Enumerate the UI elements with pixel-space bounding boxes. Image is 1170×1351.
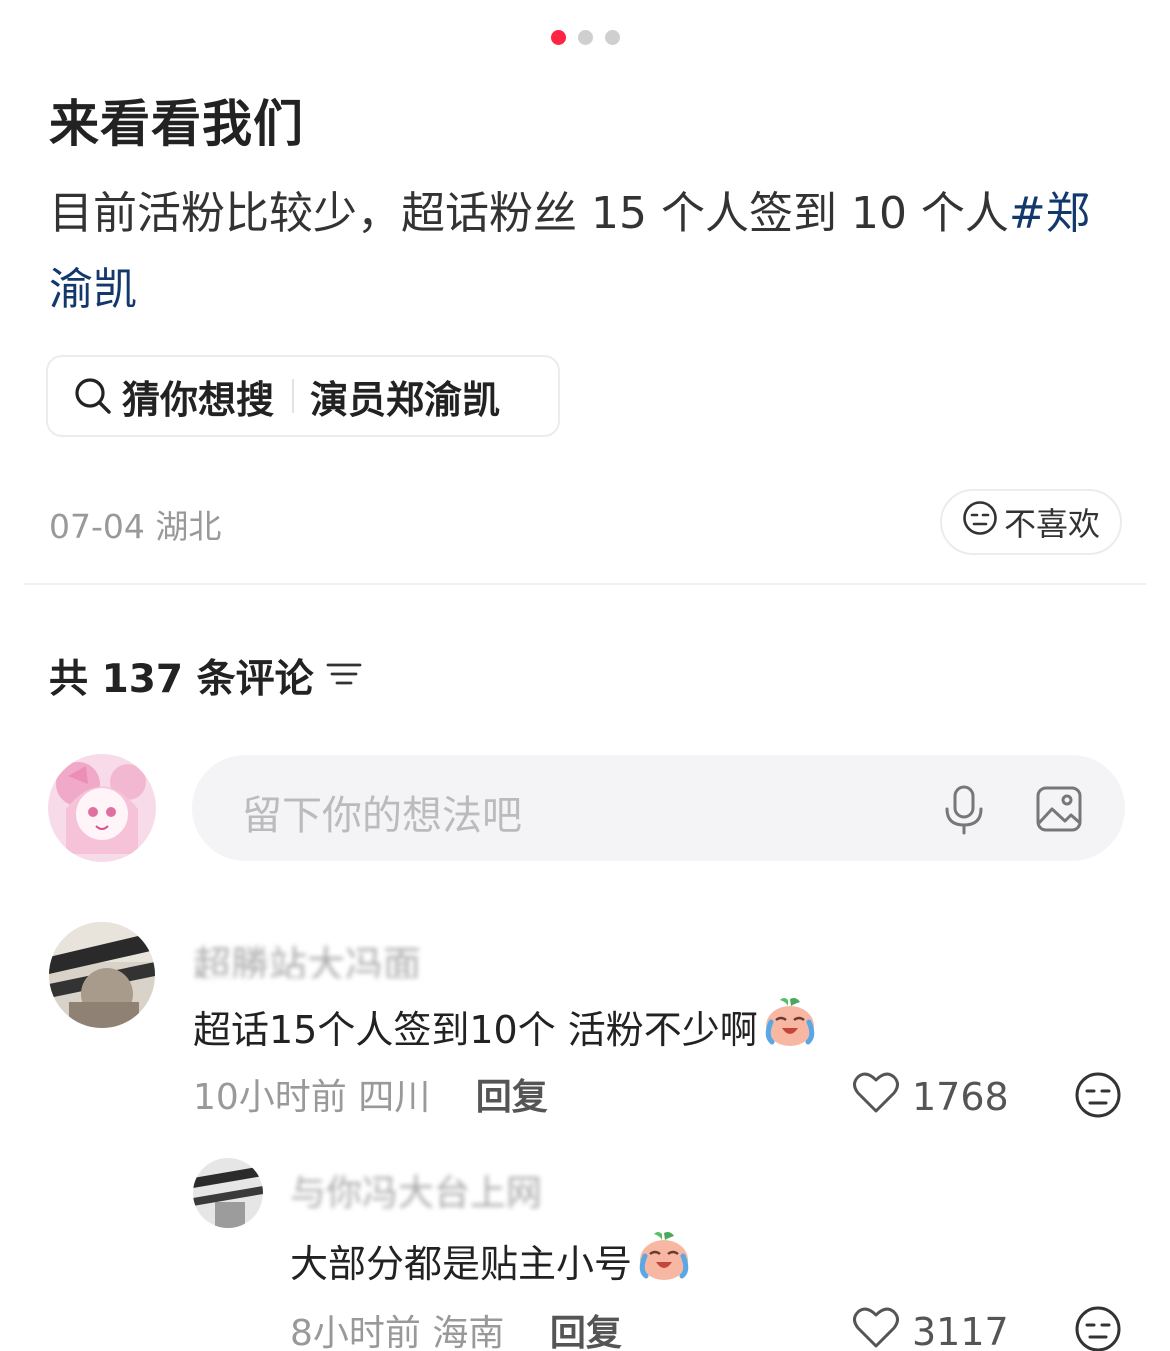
search-suggestion-prefix: 猜你想搜	[122, 377, 275, 422]
my-avatar[interactable]	[48, 754, 156, 862]
neutral-face-icon[interactable]	[1074, 1305, 1122, 1351]
chip-divider	[292, 379, 295, 413]
dislike-label: 不喜欢	[1003, 505, 1100, 543]
post-date: 07-04	[49, 507, 145, 546]
comment-text: 大部分都是贴主小号	[290, 1230, 692, 1291]
comment-text-content: 大部分都是贴主小号	[290, 1242, 633, 1286]
crying-laughing-peach-emoji	[636, 1230, 692, 1291]
search-suggestion-query: 演员郑渝凯	[310, 377, 501, 422]
like-button[interactable]: 1768	[852, 1070, 1009, 1123]
comment-time: 10小时前	[193, 1077, 347, 1118]
comment-location: 海南	[432, 1313, 505, 1351]
dislike-button[interactable]: 不喜欢	[940, 489, 1122, 555]
comment-input[interactable]: 留下你的想法吧	[192, 755, 1125, 861]
reply-button[interactable]: 回复	[550, 1313, 622, 1351]
image-icon[interactable]	[1035, 785, 1083, 837]
crying-laughing-peach-emoji	[762, 996, 818, 1057]
filter-icon[interactable]	[326, 654, 362, 699]
post-meta: 07-04 湖北	[49, 500, 221, 548]
post-body-text: 目前活粉比较少，超话粉丝 15 个人签到 10 个人	[49, 188, 1009, 239]
commenter-avatar[interactable]	[193, 1158, 263, 1228]
comment-time: 8小时前	[290, 1313, 421, 1351]
commenter-name[interactable]: 与你冯大台上网	[290, 1164, 580, 1208]
post-title: 来看看我们	[49, 95, 304, 153]
commenter-name[interactable]: 超勝站大冯面	[193, 934, 443, 978]
comment-meta: 8小时前 海南 回复	[290, 1304, 622, 1351]
heart-icon	[852, 1305, 900, 1351]
like-count: 1768	[912, 1074, 1009, 1119]
carousel-dot[interactable]	[577, 30, 593, 45]
mic-icon[interactable]	[942, 785, 986, 839]
comment-text-content: 超话15个人签到10个 活粉不少啊	[193, 1008, 758, 1052]
comment-text: 超话15个人签到10个 活粉不少啊	[193, 996, 818, 1057]
reply-button[interactable]: 回复	[476, 1077, 548, 1118]
heart-icon	[852, 1070, 900, 1123]
like-count: 3117	[912, 1309, 1009, 1351]
neutral-face-icon[interactable]	[1074, 1071, 1122, 1123]
post-body: 目前活粉比较少，超话粉丝 15 个人签到 10 个人#郑渝凯	[49, 176, 1129, 328]
search-icon	[74, 377, 112, 415]
carousel-indicator	[0, 30, 1170, 45]
comment-input-placeholder: 留下你的想法吧	[242, 793, 522, 839]
comment-count: 共 137 条评论	[49, 657, 314, 702]
neutral-face-icon	[962, 500, 998, 544]
comment-location: 四川	[358, 1077, 431, 1118]
comment-meta: 10小时前 四川 回复	[193, 1068, 548, 1120]
like-button[interactable]: 3117	[852, 1305, 1009, 1351]
carousel-dot[interactable]	[604, 30, 620, 45]
carousel-dot-active[interactable]	[550, 30, 566, 45]
commenter-avatar[interactable]	[49, 922, 155, 1028]
comments-header: 共 137 条评论	[49, 648, 362, 704]
search-suggestion-chip[interactable]: 猜你想搜 演员郑渝凯	[46, 355, 560, 437]
section-divider	[24, 583, 1146, 585]
post-location: 湖北	[155, 507, 222, 546]
